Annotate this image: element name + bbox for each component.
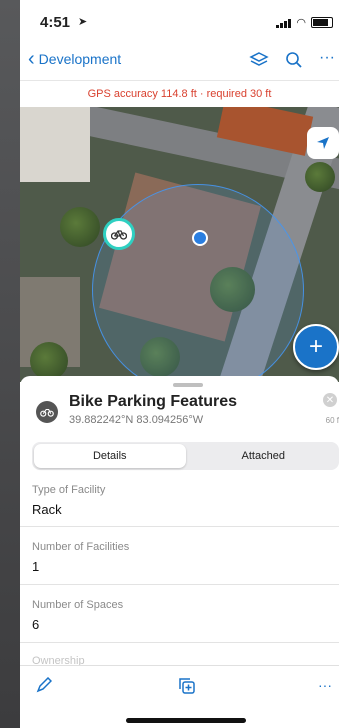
location-arrow-icon: ➤: [78, 16, 88, 28]
attribute-row: Number of Spaces 6: [20, 585, 339, 642]
attribute-value: 1: [32, 559, 40, 574]
current-location-dot: [192, 230, 208, 246]
map-tree: [30, 342, 68, 380]
attribute-value: Rack: [32, 502, 62, 517]
search-icon[interactable]: [285, 51, 303, 74]
attribute-row: Type of Facility Rack: [20, 476, 339, 526]
more-icon[interactable]: ···: [318, 677, 332, 693]
map-building: [20, 107, 90, 182]
wifi-icon: ◠: [296, 17, 306, 29]
map-view[interactable]: +: [20, 107, 339, 382]
gps-accuracy-banner: GPS accuracy 114.8 ft · required 30 ft: [20, 81, 339, 107]
back-label: Development: [38, 51, 122, 67]
back-button[interactable]: ‹ Development: [28, 48, 122, 70]
navigation-arrow-icon: [317, 137, 329, 149]
feature-coordinates: 39.882242°N 83.094256°W: [69, 414, 204, 426]
attribute-row: Ownership: [20, 643, 339, 666]
attribute-label: Type of Facility: [32, 484, 106, 496]
home-indicator: [126, 718, 246, 723]
signal-icon: [276, 18, 292, 28]
details-segmented-control: Details Attached: [32, 442, 339, 470]
attribute-label: Number of Facilities: [32, 541, 130, 553]
feature-distance: 60 f: [325, 416, 339, 425]
more-icon[interactable]: ···: [319, 50, 335, 74]
tab-attached[interactable]: Attached: [188, 442, 339, 470]
close-icon[interactable]: ✕: [323, 393, 337, 407]
add-attachment-icon[interactable]: [178, 677, 196, 700]
bicycle-icon: [111, 230, 127, 240]
bike-parking-marker[interactable]: [103, 218, 135, 250]
tab-details[interactable]: Details: [34, 444, 186, 468]
plus-icon: +: [308, 333, 323, 360]
attribute-list: Type of Facility Rack Number of Faciliti…: [20, 476, 339, 666]
feature-title: Bike Parking Features: [69, 393, 238, 410]
app-frame: 4:51 ➤ ◠ ‹ Development ··· GPS accuracy …: [20, 0, 339, 728]
sheet-grabber[interactable]: [173, 383, 203, 387]
bicycle-icon: [36, 401, 58, 423]
gps-accuracy-circle: [92, 184, 304, 382]
layers-icon[interactable]: [249, 51, 269, 74]
left-edge-strip: [0, 0, 20, 728]
status-time: 4:51: [40, 14, 71, 31]
add-feature-button[interactable]: +: [293, 324, 339, 370]
edit-pencil-icon[interactable]: [36, 676, 53, 698]
attribute-row: Number of Facilities 1: [20, 527, 339, 584]
battery-icon: [311, 17, 333, 28]
map-tree: [305, 162, 335, 192]
attribute-value: 6: [32, 617, 40, 632]
nav-bar: ‹ Development ···: [20, 42, 339, 81]
chevron-left-icon: ‹: [28, 48, 35, 70]
attribute-label: Number of Spaces: [32, 599, 124, 611]
location-button[interactable]: [307, 127, 339, 159]
status-bar: 4:51 ➤ ◠: [20, 0, 339, 42]
map-tree: [60, 207, 100, 247]
